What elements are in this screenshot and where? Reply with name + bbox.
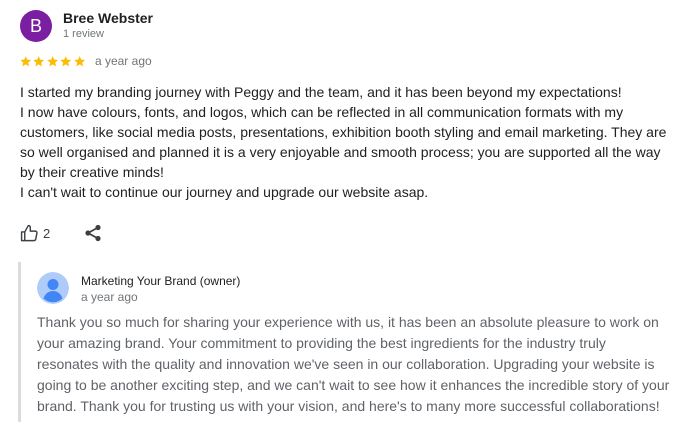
avatar[interactable]: B (20, 10, 52, 42)
owner-reply: Marketing Your Brand (owner) a year ago … (18, 262, 681, 422)
share-button[interactable] (83, 223, 103, 243)
review-text-line: I started my branding journey with Peggy… (20, 84, 622, 100)
star-icon (33, 55, 45, 66)
owner-name: Marketing Your Brand (owner) (81, 274, 241, 288)
reviewer-name[interactable]: Bree Webster (63, 10, 153, 26)
reply-text-line: brand. Thank you for trusting us with yo… (37, 398, 660, 414)
star-icon (60, 55, 72, 66)
owner-reply-text: Thank you so much for sharing your exper… (37, 312, 677, 417)
owner-avatar (37, 272, 69, 304)
owner-reply-date: a year ago (81, 290, 138, 304)
reply-text-line: going to be another exciting step, and w… (37, 377, 670, 393)
like-button[interactable]: 2 (20, 224, 50, 243)
share-icon (85, 224, 101, 242)
review-text-line: I can't wait to continue our journey and… (20, 184, 429, 200)
review-text-line: I now have colours, fonts, and logos, wh… (20, 104, 624, 120)
star-icon (73, 55, 85, 66)
reply-text-line: your amazing brand. Your commitment to p… (37, 335, 606, 351)
person-icon (37, 272, 69, 304)
review-text-line: customers, like social media posts, pres… (20, 124, 667, 140)
review-actions: 2 (20, 222, 101, 244)
review-text-line: by their creative minds! (20, 164, 164, 180)
star-icon (47, 55, 58, 66)
avatar-initial: B (29, 16, 42, 36)
reply-text-line: resonates with the quality and innovatio… (37, 356, 655, 372)
star-icon (20, 55, 32, 66)
reviewer-review-count[interactable]: 1 review (63, 28, 104, 40)
reply-text-line: Thank you so much for sharing your exper… (37, 314, 659, 330)
rating-row: a year ago (19, 54, 152, 68)
thumbs-up-icon (20, 224, 38, 241)
star-rating (19, 55, 86, 68)
review-text: I started my branding journey with Peggy… (20, 82, 680, 202)
review-text-line: so well organised and planned it is a ve… (20, 144, 661, 160)
review-date: a year ago (94, 54, 152, 68)
like-count: 2 (43, 225, 51, 241)
